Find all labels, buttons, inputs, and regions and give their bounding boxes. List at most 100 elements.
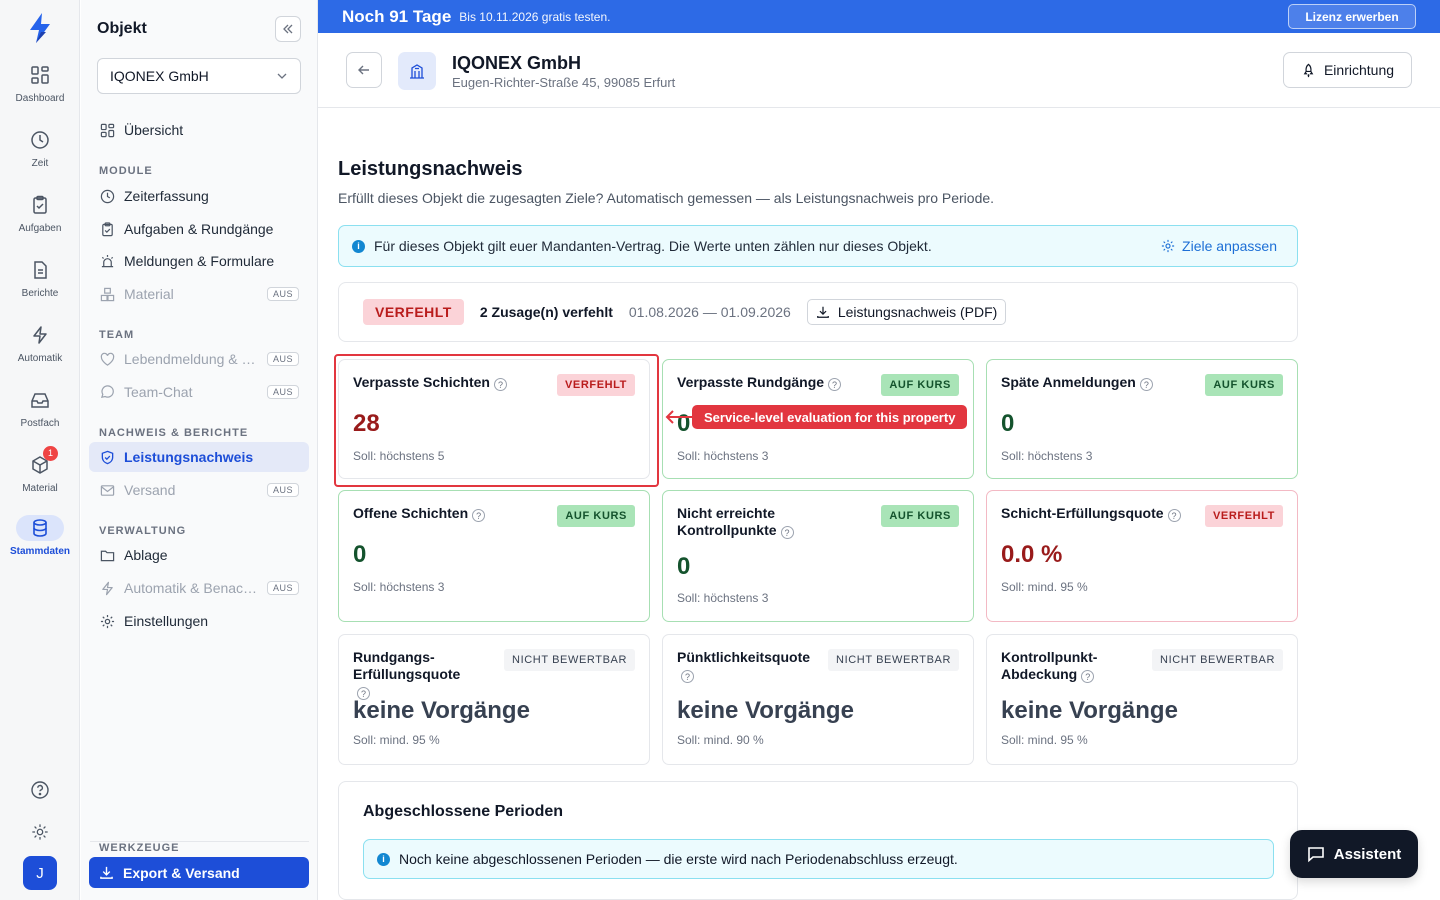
nav-einstellungen[interactable]: Einstellungen — [89, 606, 309, 636]
sidebar-title: Objekt — [97, 20, 147, 37]
nav-versand[interactable]: Versand AUS — [89, 475, 309, 505]
kpi-title: Kontrollpunkt-Abdeckung? — [1001, 649, 1098, 683]
kpi-value: 28 — [353, 410, 380, 437]
kpi-status-badge: NICHT BEWERTBAR — [1152, 649, 1283, 671]
help-icon[interactable]: ? — [681, 670, 694, 683]
box-icon: 1 — [16, 446, 64, 478]
status-badge: VERFEHLT — [363, 299, 464, 325]
kpi-value: keine Vorgänge — [1001, 697, 1178, 724]
kpi-status-badge: NICHT BEWERTBAR — [828, 649, 959, 671]
off-badge: AUS — [266, 352, 299, 366]
download-pdf-button[interactable]: Leistungsnachweis (PDF) — [806, 299, 1007, 325]
object-title: IQONEX GmbH — [452, 53, 582, 73]
kpi-status-badge: VERFEHLT — [1204, 505, 1283, 527]
rail-aufgaben[interactable]: Aufgaben — [0, 192, 80, 234]
rail-dashboard[interactable]: Dashboard — [0, 62, 80, 104]
contract-info-banner: i Für dieses Objekt gilt euer Mandanten-… — [338, 225, 1298, 267]
collapse-sidebar-button[interactable] — [275, 16, 301, 42]
assistant-label: Assistent — [1333, 845, 1402, 863]
nav-zeiterfassung[interactable]: Zeiterfassung — [89, 181, 309, 211]
rail-aufgaben-label: Aufgaben — [18, 223, 62, 234]
nav-meldungen[interactable]: Meldungen & Formulare — [89, 246, 309, 276]
section-nachweis: NACHWEIS & BERICHTE — [99, 427, 249, 439]
nav-automatik-label: Automatik & Benac… — [124, 580, 258, 596]
help-icon[interactable]: ? — [1167, 509, 1181, 522]
export-versand-label: Export & Versand — [123, 864, 240, 881]
off-badge: AUS — [266, 483, 299, 497]
info-icon: i — [377, 852, 390, 866]
contract-info-text: Für dieses Objekt gilt euer Mandanten-Ve… — [374, 238, 932, 254]
section-team: TEAM — [99, 329, 135, 341]
export-versand-button[interactable]: Export & Versand — [89, 857, 309, 888]
setup-button[interactable]: Einrichtung — [1283, 52, 1412, 88]
arrow-left-icon — [664, 409, 694, 425]
settings-gear-icon[interactable] — [28, 820, 52, 844]
object-header: IQONEX GmbH Eugen-Richter-Straße 45, 990… — [318, 33, 1440, 108]
kpi-target: Soll: mind. 95 % — [1001, 733, 1088, 747]
adjust-goals-link[interactable]: Ziele anpassen — [1161, 238, 1277, 254]
help-icon[interactable]: ? — [828, 378, 842, 391]
object-address: Eugen-Richter-Straße 45, 99085 Erfurt — [452, 75, 676, 90]
kpi-target: Soll: höchstens 3 — [353, 580, 445, 594]
help-icon[interactable]: ? — [1081, 670, 1095, 683]
nav-leistungsnachweis[interactable]: Leistungsnachweis — [89, 442, 309, 472]
kpi-value: 0.0 % — [1001, 541, 1063, 568]
rail-berichte[interactable]: Berichte — [0, 257, 80, 299]
grid-icon — [99, 122, 115, 138]
help-icon[interactable]: ? — [780, 526, 794, 539]
kpi-card-kontrollpunkte: Nicht erreichte Kontrollpunkte? AUF KURS… — [662, 490, 974, 622]
assistant-button[interactable]: Assistent — [1290, 830, 1418, 878]
nav-ablage[interactable]: Ablage — [89, 540, 309, 570]
kpi-target: Soll: höchstens 5 — [353, 449, 445, 463]
kpi-value: 0 — [677, 553, 691, 580]
alarm-light-icon — [99, 253, 115, 269]
shield-check-icon — [99, 449, 115, 465]
nav-team-chat[interactable]: Team-Chat AUS — [89, 377, 309, 407]
object-select[interactable]: IQONEX GmbH — [97, 58, 301, 94]
rail-automatik[interactable]: Automatik — [0, 322, 80, 364]
section-verwaltung: VERWALTUNG — [99, 525, 187, 537]
nav-zeiterfassung-label: Zeiterfassung — [124, 188, 209, 204]
clock-icon — [16, 127, 64, 153]
kpi-status-badge: NICHT BEWERTBAR — [504, 649, 635, 671]
user-avatar[interactable]: J — [23, 856, 57, 890]
rail-material[interactable]: 1 Material — [0, 446, 80, 494]
help-icon[interactable]: ? — [1139, 378, 1153, 391]
off-badge: AUS — [266, 287, 299, 301]
nav-lebendmeldung[interactable]: Lebendmeldung & … AUS — [89, 344, 309, 374]
rail-material-label: Material — [22, 483, 58, 494]
kpi-card-spaete-anmeldungen: Späte Anmeldungen? AUF KURS 0 Soll: höch… — [986, 359, 1298, 479]
buy-license-button[interactable]: Lizenz erwerben — [1288, 4, 1416, 29]
kpi-title: Verpasste Schichten? — [353, 374, 533, 391]
icon-rail: Dashboard Zeit Aufgaben Berichte Automat… — [0, 0, 80, 900]
nav-automatik[interactable]: Automatik & Benac… AUS — [89, 573, 309, 603]
message-square-icon — [1307, 847, 1324, 863]
download-pdf-label: Leistungsnachweis (PDF) — [837, 304, 998, 320]
status-period: 01.08.2026 — 01.09.2026 — [628, 304, 791, 320]
rail-stammdaten[interactable]: Stammdaten — [0, 515, 80, 557]
kpi-status-badge: AUF KURS — [881, 374, 959, 396]
rail-zeit[interactable]: Zeit — [0, 127, 80, 169]
page-title: Leistungsnachweis — [338, 158, 523, 180]
help-icon[interactable]: ? — [472, 509, 486, 522]
app-logo-icon[interactable] — [26, 12, 54, 44]
rail-postfach-label: Postfach — [20, 418, 60, 429]
kpi-status-badge: AUF KURS — [1205, 374, 1283, 396]
folder-icon — [99, 547, 115, 563]
mail-icon — [99, 482, 115, 498]
nav-uebersicht[interactable]: Übersicht — [89, 115, 309, 145]
kpi-title: Schicht-Erfüllungsquote? — [1001, 505, 1181, 522]
database-icon — [16, 515, 64, 541]
nav-aufgaben[interactable]: Aufgaben & Rundgänge — [89, 214, 309, 244]
chat-bubble-icon — [99, 384, 115, 400]
back-button[interactable] — [346, 52, 382, 88]
adjust-goals-label: Ziele anpassen — [1182, 238, 1277, 254]
boxes-icon — [99, 286, 115, 302]
help-icon[interactable]: ? — [493, 378, 507, 391]
nav-material[interactable]: Material AUS — [89, 279, 309, 309]
trial-banner: Noch 91 Tage Bis 10.11.2026 gratis teste… — [318, 0, 1440, 33]
rail-postfach[interactable]: Postfach — [0, 387, 80, 429]
kpi-value: 0 — [1001, 410, 1015, 437]
help-icon[interactable] — [28, 778, 52, 802]
info-icon: i — [352, 239, 365, 253]
